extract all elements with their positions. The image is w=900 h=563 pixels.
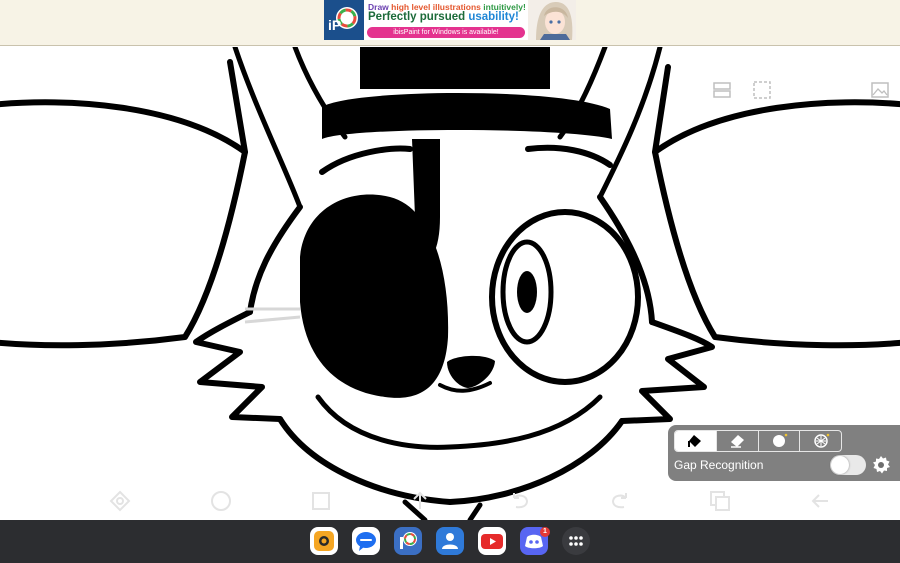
fill-mode-selector [674, 430, 842, 452]
gap-recognition-toggle[interactable] [830, 455, 866, 475]
upload-icon[interactable] [408, 489, 432, 513]
app-drawer-icon[interactable] [562, 527, 590, 555]
ibispaint-app-window: iP Draw high level illustrations intuiti… [0, 0, 900, 563]
eraser-fill-mode-button[interactable] [717, 431, 759, 451]
copy-icon[interactable] [708, 489, 732, 513]
undo-icon[interactable] [508, 489, 532, 513]
pattern-fill-mode-button[interactable] [800, 431, 841, 451]
toggle-knob [831, 456, 849, 474]
fill-bucket-mode-button[interactable] [675, 431, 717, 451]
ibispaint-app-icon[interactable] [394, 527, 422, 555]
ad-character-illustration [528, 0, 576, 40]
reference-window-icon[interactable] [712, 80, 732, 100]
discord-notification-badge: 1 [540, 527, 550, 537]
camera-app-icon[interactable] [310, 527, 338, 555]
redo-icon[interactable] [608, 489, 632, 513]
taskbar [0, 520, 900, 563]
messages-app-icon[interactable] [352, 527, 380, 555]
fill-bucket-icon [688, 435, 702, 447]
back-arrow-icon[interactable] [808, 489, 832, 513]
ad-bar: iP Draw high level illustrations intuiti… [0, 0, 900, 46]
layer-thumbnail-icon[interactable] [870, 80, 890, 100]
gear-icon[interactable] [871, 455, 891, 475]
ad-banner[interactable]: iP Draw high level illustrations intuiti… [324, 0, 576, 40]
fill-tool-panel: Gap Recognition [668, 425, 900, 481]
transform-icon[interactable] [108, 489, 132, 513]
contacts-app-icon[interactable] [436, 527, 464, 555]
pattern-fill-icon [813, 433, 829, 448]
lasso-fill-icon [772, 433, 788, 447]
lasso-fill-mode-button[interactable] [759, 431, 801, 451]
ad-line-2: Perfectly pursued usability! [368, 11, 519, 23]
selection-icon[interactable] [752, 80, 772, 100]
ad-line-3: ibisPaint for Windows is available! [367, 27, 525, 38]
ibispaint-logo: iP [324, 0, 364, 40]
layer-icon[interactable] [309, 489, 333, 513]
gap-recognition-label: Gap Recognition [674, 458, 764, 472]
youtube-app-icon[interactable] [478, 527, 506, 555]
ad-logo-text: iP [328, 17, 341, 33]
brush-circle-icon[interactable] [209, 489, 233, 513]
eraser-icon [731, 435, 745, 448]
